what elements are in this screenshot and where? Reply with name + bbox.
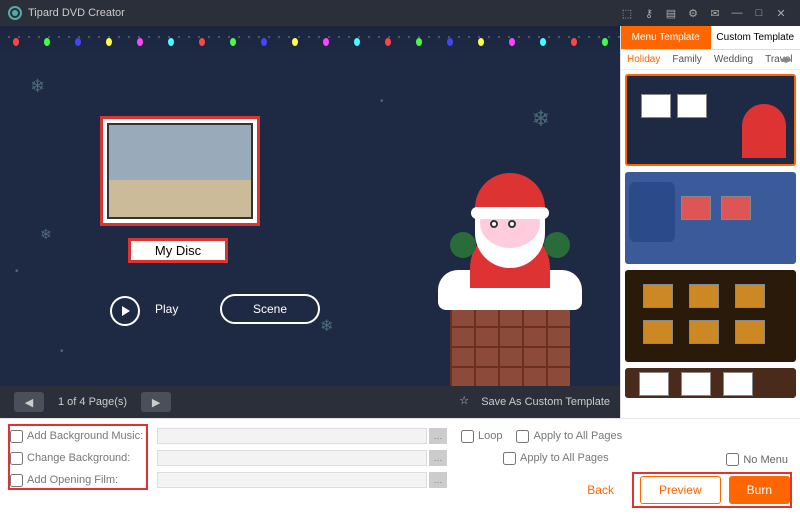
page-bar: ◀ 1 of 4 Page(s) ▶ ☆ Save As Custom Temp… [0,386,620,418]
page-icon[interactable]: ▤ [663,5,679,21]
close-icon[interactable]: ✕ [773,5,789,21]
template-thumb[interactable] [625,172,796,264]
opening-film-field[interactable] [157,472,427,488]
tab-menu-template[interactable]: Menu Template [621,26,711,49]
template-list [621,70,800,418]
preview-button[interactable]: Preview [640,476,721,504]
snowflake-icon: ❄ [320,316,333,336]
titlebar: Tipard DVD Creator ⬚ ⚷ ▤ ⚙ ✉ — □ ✕ [0,0,800,26]
prev-page-button[interactable]: ◀ [14,392,44,412]
play-button[interactable] [110,296,140,326]
category-holiday[interactable]: Holiday [621,54,666,65]
snowflake-icon: • [60,346,64,357]
scene-button[interactable]: Scene [220,294,320,324]
no-menu-option[interactable]: No Menu [726,453,788,466]
page-indicator: 1 of 4 Page(s) [58,396,127,408]
category-scroll-icon[interactable]: ◀▶ [774,55,798,64]
bg-music-browse-button[interactable]: … [429,428,447,444]
category-family[interactable]: Family [666,54,707,65]
change-bg-browse-button[interactable]: … [429,450,447,466]
bg-music-field[interactable] [157,428,427,444]
apply-all-bg-label: Apply to All Pages [520,452,609,464]
apply-all-bg-checkbox[interactable] [503,452,516,465]
snowflake-icon: ❄ [532,106,550,132]
disc-title-input[interactable]: My Disc [128,238,228,263]
tab-custom-template[interactable]: Custom Template [711,26,800,49]
key-icon[interactable]: ⚷ [641,5,657,21]
loop-checkbox[interactable] [461,430,474,443]
template-sidebar: Menu Template Custom Template Holiday Fa… [620,26,800,418]
snowflake-icon: • [380,96,384,107]
snowflake-icon: ❄ [30,76,45,97]
play-label: Play [155,302,178,316]
loop-label: Loop [478,430,502,442]
app-title: Tipard DVD Creator [28,7,125,19]
cart-icon[interactable]: ⬚ [619,5,635,21]
no-menu-label: No Menu [743,454,788,466]
video-thumbnail[interactable] [100,116,260,226]
opening-film-checkbox[interactable] [10,474,23,487]
category-nav: Holiday Family Wedding Travel ◀▶ [621,50,800,70]
menu-preview: ❄ ❄ ❄ ❄ • • • My Disc Play Scene ◀ 1 of … [0,26,620,418]
gear-icon[interactable]: ⚙ [685,5,701,21]
template-thumb[interactable] [625,74,796,166]
app-logo-icon [8,6,22,20]
bg-music-checkbox[interactable] [10,430,23,443]
santa-decoration [420,158,600,388]
apply-all-music-checkbox[interactable] [516,430,529,443]
snowflake-icon: • [15,266,19,277]
chat-icon[interactable]: ✉ [707,5,723,21]
opening-film-label: Add Opening Film: [27,474,157,486]
no-menu-checkbox[interactable] [726,453,739,466]
burn-button[interactable]: Burn [729,476,790,504]
change-bg-field[interactable] [157,450,427,466]
category-wedding[interactable]: Wedding [708,54,759,65]
template-thumb[interactable] [625,270,796,362]
back-button[interactable]: Back [569,476,632,504]
star-icon: ☆ [459,394,475,410]
apply-all-label: Apply to All Pages [533,430,622,442]
decoration-lights [0,26,620,56]
change-bg-checkbox[interactable] [10,452,23,465]
minimize-icon[interactable]: — [729,5,745,21]
play-icon [122,306,130,316]
next-page-button[interactable]: ▶ [141,392,171,412]
template-thumb[interactable] [625,368,796,398]
snowflake-icon: ❄ [40,226,52,243]
maximize-icon[interactable]: □ [751,5,767,21]
bg-music-label: Add Background Music: [27,430,157,442]
change-bg-label: Change Background: [27,452,157,464]
save-template-link[interactable]: Save As Custom Template [481,396,610,408]
opening-film-browse-button[interactable]: … [429,472,447,488]
